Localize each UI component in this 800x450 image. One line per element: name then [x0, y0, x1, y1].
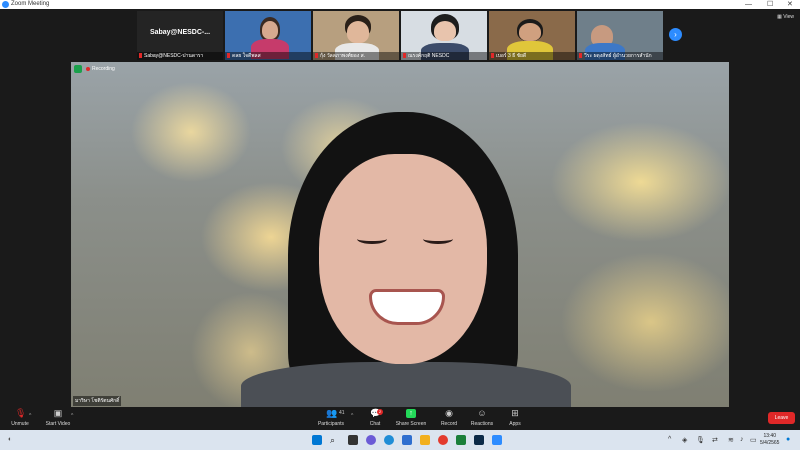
video-options-caret[interactable]: ^	[71, 413, 73, 419]
battery-icon[interactable]: ▭	[750, 436, 757, 444]
task-view-icon[interactable]	[348, 435, 358, 445]
wifi-icon[interactable]: ≋	[728, 436, 734, 444]
edge-icon[interactable]	[384, 435, 394, 445]
mic-off-icon: 🎙	[15, 408, 27, 418]
windows-taskbar: ◐ ⌕ ^ ◈ 🎙 ⇄ ≋ ♪ ▭ 13:40 5/4/2565 ●	[0, 430, 800, 450]
apps-button[interactable]: ⊞ Apps	[495, 408, 535, 428]
participant-tile[interactable]: กุ้ง วัลลภาพงศ์ยอง ส.	[313, 11, 399, 60]
mic-off-icon	[315, 53, 318, 59]
mic-off-icon	[491, 53, 494, 59]
search-icon[interactable]: ⌕	[330, 435, 340, 445]
view-label: View	[783, 14, 794, 20]
zoom-icon	[2, 1, 9, 8]
excel-icon[interactable]	[456, 435, 466, 445]
meeting-toolbar: 🎙 Unmute ^ ▣ Start Video ^ 👥 Participants 4…	[0, 407, 800, 430]
windows-start-icon[interactable]	[312, 435, 322, 445]
speaker-body	[241, 362, 571, 408]
participant-tile[interactable]: ณรงค์กฤติ NESDC	[401, 11, 487, 60]
participant-label: วีระ ผดุงสัทธ์ ผู้อำนวยการสำนัก	[584, 53, 652, 59]
participants-count: 41	[339, 410, 345, 416]
shield-icon	[74, 64, 82, 73]
participant-name: Sabay@NESDC-...	[149, 29, 211, 36]
clock-date: 5/4/2565	[760, 440, 780, 446]
chrome-icon[interactable]	[438, 435, 448, 445]
participants-label: Participants	[317, 421, 345, 427]
file-explorer-icon[interactable]	[420, 435, 430, 445]
mic-off-icon	[579, 53, 582, 59]
minimize-button[interactable]: —	[745, 0, 752, 9]
unmute-label: Unmute	[11, 421, 29, 427]
participant-tile[interactable]: Sabay@NESDC-... Sabay@NESDC-ปานดารา	[137, 11, 223, 60]
chat-app-icon[interactable]	[366, 435, 376, 445]
record-icon: ◉	[445, 408, 453, 418]
participant-label: Sabay@NESDC-ปานดารา	[144, 53, 204, 59]
reactions-label: Reactions	[470, 421, 494, 427]
record-label: Record	[440, 421, 458, 427]
volume-icon[interactable]: ♪	[740, 436, 744, 443]
mic-off-icon	[139, 53, 142, 59]
zoom-taskbar-icon[interactable]	[492, 435, 502, 445]
taskbar-clock[interactable]: 13:40 5/4/2565	[760, 433, 779, 447]
chat-badge: 2	[377, 409, 383, 415]
participant-tile[interactable]: ดลย ใจดีพลส	[225, 11, 311, 60]
notification-icon[interactable]: ●	[786, 436, 790, 443]
mic-off-icon	[227, 53, 230, 59]
participant-label: ณรงค์กฤติ NESDC	[408, 53, 450, 59]
mic-off-icon	[403, 53, 406, 59]
clock-time: 13:40	[763, 433, 776, 439]
recording-indicator: Recording	[74, 64, 115, 74]
recording-dot-icon	[86, 66, 90, 71]
weather-icon[interactable]: ◐	[8, 436, 12, 443]
window-title: Zoom Meeting	[11, 1, 50, 7]
view-button[interactable]: ▦ View	[777, 14, 794, 20]
share-screen-label: Share Screen	[395, 421, 427, 427]
audio-options-caret[interactable]: ^	[29, 413, 31, 419]
participants-button[interactable]: 👥 Participants	[311, 408, 351, 428]
speaker-face	[319, 154, 487, 364]
chevron-right-icon: ›	[674, 30, 677, 39]
participants-icon: 👥	[326, 408, 338, 418]
participant-label: เบอร์ 3 ธี ชัยดี	[496, 53, 527, 59]
video-off-icon: ▣	[53, 408, 63, 418]
apps-label: Apps	[509, 421, 521, 427]
photoshop-icon[interactable]	[474, 435, 484, 445]
share-screen-button[interactable]: ↑ Share Screen	[391, 409, 431, 427]
recording-label: Recording	[92, 66, 115, 72]
participants-caret[interactable]: ^	[351, 413, 353, 419]
main-video: Recording มาริษา โชติรัตนศักดิ์	[71, 62, 729, 408]
share-screen-icon: ↑	[406, 409, 416, 418]
participant-label: ดลย ใจดีพลส	[232, 53, 261, 59]
speaker-name: มาริษา โชติรัตนศักดิ์	[73, 396, 122, 406]
maximize-button[interactable]: ☐	[767, 0, 773, 9]
participant-label: กุ้ง วัลลภาพงศ์ยอง ส.	[320, 53, 366, 59]
reactions-icon: ☺	[477, 408, 487, 418]
start-video-label: Start Video	[45, 421, 71, 427]
unmute-button[interactable]: 🎙 Unmute	[0, 408, 40, 428]
network-icon[interactable]: ◈	[682, 436, 687, 444]
participant-tile[interactable]: เบอร์ 3 ธี ชัยดี	[489, 11, 575, 60]
participant-tile[interactable]: วีระ ผดุงสัทธ์ ผู้อำนวยการสำนัก	[577, 11, 663, 60]
chat-label: Chat	[369, 421, 381, 427]
window-titlebar: Zoom Meeting — ☐ ✕	[0, 0, 800, 9]
next-page-button[interactable]: ›	[669, 28, 682, 41]
store-icon[interactable]	[402, 435, 412, 445]
chat-button[interactable]: 💬 Chat 2	[355, 409, 395, 427]
show-hidden-icons-icon[interactable]: ^	[668, 436, 671, 443]
participant-strip: Sabay@NESDC-... Sabay@NESDC-ปานดารา ดลย …	[137, 11, 667, 60]
microphone-icon[interactable]: 🎙	[696, 436, 705, 444]
apps-icon: ⊞	[511, 408, 519, 418]
leave-button[interactable]: Leave	[768, 412, 795, 424]
tray-icon[interactable]: ⇄	[712, 436, 718, 444]
close-button[interactable]: ✕	[787, 0, 793, 9]
